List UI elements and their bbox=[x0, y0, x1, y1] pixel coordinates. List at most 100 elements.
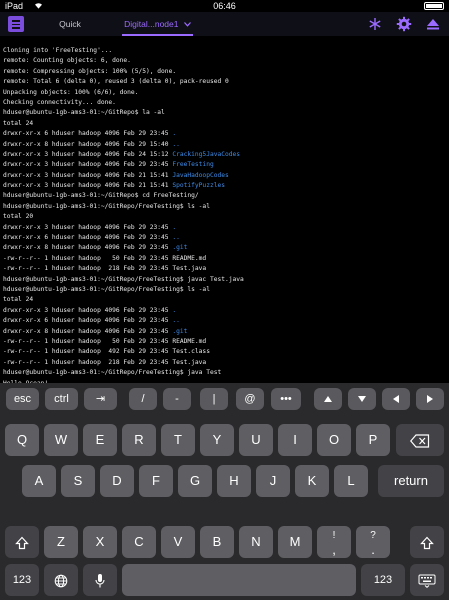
tab-active-session[interactable]: Digital...node1 bbox=[120, 12, 195, 36]
key-a[interactable]: A bbox=[22, 465, 56, 497]
key-u[interactable]: U bbox=[239, 424, 273, 456]
terminal-line: total 20 bbox=[3, 212, 446, 222]
arrow-right-icon bbox=[427, 395, 433, 404]
shift-key-left[interactable] bbox=[5, 526, 39, 558]
keyboard-dismiss-icon bbox=[418, 574, 436, 588]
terminal-text: drwxr-xr-x 3 hduser hadoop 4096 Feb 29 2… bbox=[3, 161, 173, 169]
hide-keyboard-icon[interactable] bbox=[425, 16, 441, 32]
key-main-label: , bbox=[332, 542, 336, 557]
terminal-line: drwxr-xr-x 3 hduser hadoop 4096 Feb 29 2… bbox=[3, 223, 446, 233]
backspace-key[interactable] bbox=[396, 424, 444, 456]
arrow-up-icon bbox=[324, 396, 332, 403]
key-o[interactable]: O bbox=[317, 424, 351, 456]
dash-key[interactable]: - bbox=[163, 388, 191, 410]
arrow-right-key[interactable] bbox=[416, 388, 444, 410]
terminal-line: hduser@ubuntu-1gb-ams3-01:~/GitRepo/Free… bbox=[3, 275, 446, 285]
status-bar: iPad 06:46 bbox=[0, 0, 449, 12]
terminal-text: total 24 bbox=[3, 119, 34, 127]
terminal-line: remote: Total 6 (delta 0), reused 3 (del… bbox=[3, 77, 446, 87]
terminal-line: drwxr-xr-x 3 hduser hadoop 4096 Feb 29 2… bbox=[3, 306, 446, 316]
return-key[interactable]: return bbox=[378, 465, 444, 497]
sessions-menu-button[interactable] bbox=[8, 16, 24, 32]
shift-key-right[interactable] bbox=[410, 526, 444, 558]
directory-name: . bbox=[172, 130, 177, 138]
hide-keyboard-key[interactable] bbox=[410, 564, 444, 596]
key-y[interactable]: Y bbox=[200, 424, 234, 456]
terminal-text: Unpacking objects: 100% (6/6), done. bbox=[3, 88, 139, 96]
tab-quick-connect[interactable]: Quick Connect bbox=[43, 12, 97, 53]
tab-key[interactable]: ⇥ bbox=[84, 388, 117, 410]
directory-name: .git bbox=[172, 244, 188, 252]
arrow-left-key[interactable] bbox=[382, 388, 410, 410]
more-keys-button[interactable]: ••• bbox=[271, 388, 301, 410]
terminal-text: hduser@ubuntu-1gb-ams3-01:~/GitRepo/Free… bbox=[3, 369, 222, 377]
terminal-line: drwxr-xr-x 6 hduser hadoop 4096 Feb 29 2… bbox=[3, 316, 446, 326]
directory-name: .git bbox=[172, 327, 188, 335]
key-n[interactable]: N bbox=[239, 526, 273, 558]
key-j[interactable]: J bbox=[256, 465, 290, 497]
terminal-line: -rw-r--r-- 1 hduser hadoop 218 Feb 29 23… bbox=[3, 358, 446, 368]
shift-icon bbox=[420, 536, 434, 549]
ctrl-key[interactable]: ctrl bbox=[45, 388, 78, 410]
key-f[interactable]: F bbox=[139, 465, 173, 497]
backspace-icon bbox=[410, 433, 430, 448]
key-x[interactable]: X bbox=[83, 526, 117, 558]
key-m[interactable]: M bbox=[278, 526, 312, 558]
key-q[interactable]: Q bbox=[5, 424, 39, 456]
terminal-text: drwxr-xr-x 3 hduser hadoop 4096 Feb 29 2… bbox=[3, 223, 173, 231]
terminal-output[interactable]: Cloning into 'FreeTesting'... remote: Cou… bbox=[0, 36, 449, 398]
terminal-line: -rw-r--r-- 1 hduser hadoop 492 Feb 29 23… bbox=[3, 347, 446, 357]
key-b[interactable]: B bbox=[200, 526, 234, 558]
numbers-key-left[interactable]: 123 bbox=[5, 564, 39, 596]
esc-key[interactable]: esc bbox=[6, 388, 39, 410]
key-e[interactable]: E bbox=[83, 424, 117, 456]
battery-icon bbox=[424, 2, 444, 10]
terminal-line: total 24 bbox=[3, 295, 446, 305]
gear-icon[interactable] bbox=[396, 16, 412, 32]
terminal-text: -rw-r--r-- 1 hduser hadoop 492 Feb 29 23… bbox=[3, 348, 210, 356]
numbers-key-right[interactable]: 123 bbox=[361, 564, 405, 596]
key-i[interactable]: I bbox=[278, 424, 312, 456]
terminal-line: remote: Counting objects: 6, done. bbox=[3, 56, 446, 66]
key-c[interactable]: C bbox=[122, 526, 156, 558]
arrow-up-key[interactable] bbox=[314, 388, 342, 410]
key-w[interactable]: W bbox=[44, 424, 78, 456]
terminal-text: hduser@ubuntu-1gb-ams3-01:~/GitRepo/Free… bbox=[3, 275, 244, 283]
terminal-line: drwxr-xr-x 3 hduser hadoop 4096 Feb 21 1… bbox=[3, 171, 446, 181]
key-l[interactable]: L bbox=[334, 465, 368, 497]
terminal-text: drwxr-xr-x 8 hduser hadoop 4096 Feb 29 2… bbox=[3, 244, 173, 252]
terminal-text: -rw-r--r-- 1 hduser hadoop 50 Feb 29 23:… bbox=[3, 337, 207, 345]
key-z[interactable]: Z bbox=[44, 526, 78, 558]
terminal-line: drwxr-xr-x 8 hduser hadoop 4096 Feb 29 2… bbox=[3, 327, 446, 337]
key-t[interactable]: T bbox=[161, 424, 195, 456]
key-r[interactable]: R bbox=[122, 424, 156, 456]
globe-key[interactable] bbox=[44, 564, 78, 596]
terminal-text: -rw-r--r-- 1 hduser hadoop 218 Feb 29 23… bbox=[3, 358, 207, 366]
space-bar[interactable] bbox=[122, 564, 356, 596]
terminal-line: total 24 bbox=[3, 119, 446, 129]
key-v[interactable]: V bbox=[161, 526, 195, 558]
dictation-key[interactable] bbox=[83, 564, 117, 596]
key-g[interactable]: G bbox=[178, 465, 212, 497]
terminal-line: Unpacking objects: 100% (6/6), done. bbox=[3, 88, 446, 98]
slash-key[interactable]: / bbox=[129, 388, 157, 410]
pipe-key[interactable]: | bbox=[200, 388, 228, 410]
key-k[interactable]: K bbox=[295, 465, 329, 497]
directory-name: FreeTesting bbox=[172, 161, 214, 169]
key-s[interactable]: S bbox=[61, 465, 95, 497]
snippets-icon[interactable] bbox=[367, 16, 383, 32]
key-period[interactable]: ? . bbox=[356, 526, 390, 558]
arrow-left-icon bbox=[393, 395, 399, 404]
terminal-text: drwxr-xr-x 6 hduser hadoop 4096 Feb 29 2… bbox=[3, 317, 173, 325]
arrow-down-key[interactable] bbox=[348, 388, 376, 410]
at-key[interactable]: @ bbox=[236, 388, 264, 410]
key-comma[interactable]: ! , bbox=[317, 526, 351, 558]
key-h[interactable]: H bbox=[217, 465, 251, 497]
key-d[interactable]: D bbox=[100, 465, 134, 497]
terminal-line: -rw-r--r-- 1 hduser hadoop 218 Feb 29 23… bbox=[3, 264, 446, 274]
directory-name: JavaHadoopCodes bbox=[172, 171, 229, 179]
terminal-text: total 24 bbox=[3, 296, 34, 304]
key-p[interactable]: P bbox=[356, 424, 390, 456]
terminal-line: hduser@ubuntu-1gb-ams3-01:~/GitRepo/Free… bbox=[3, 368, 446, 378]
terminal-line: Cloning into 'FreeTesting'... bbox=[3, 46, 446, 56]
